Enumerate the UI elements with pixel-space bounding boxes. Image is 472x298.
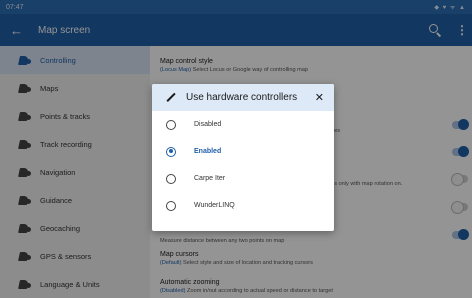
option-enabled[interactable]: Enabled — [152, 138, 334, 165]
option-label: Carpe Iter — [194, 175, 226, 182]
hardware-controllers-dialog: Use hardware controllers ✕ Disabled Enab… — [152, 84, 334, 231]
radio-button[interactable] — [166, 119, 176, 130]
option-disabled[interactable]: Disabled — [152, 111, 334, 138]
radio-button[interactable] — [166, 200, 176, 211]
option-carpe-iter[interactable]: Carpe Iter — [152, 165, 334, 192]
close-icon[interactable]: ✕ — [315, 91, 324, 104]
option-label: WunderLINQ — [194, 202, 235, 209]
radio-button[interactable] — [166, 146, 176, 157]
pencil-icon — [166, 93, 176, 103]
option-wunderlinq[interactable]: WunderLINQ — [152, 192, 334, 219]
radio-button[interactable] — [166, 173, 176, 184]
option-label: Disabled — [194, 121, 222, 128]
dialog-title: Use hardware controllers — [186, 92, 298, 103]
option-label: Enabled — [194, 148, 222, 155]
dialog-header: Use hardware controllers ✕ — [152, 84, 334, 111]
